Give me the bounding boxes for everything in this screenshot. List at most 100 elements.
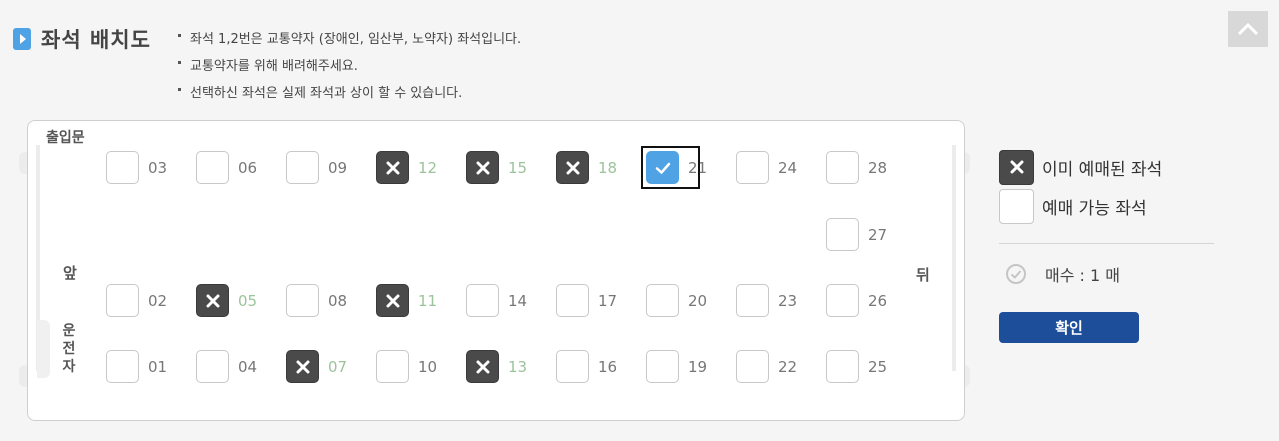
seat-checkbox[interactable] xyxy=(196,350,229,383)
seat-checkbox[interactable] xyxy=(466,151,499,184)
seat-02[interactable]: 02 xyxy=(106,284,167,317)
seat-checkbox[interactable] xyxy=(106,350,139,383)
seat-26[interactable]: 26 xyxy=(826,284,887,317)
seat-01[interactable]: 01 xyxy=(106,350,167,383)
x-icon xyxy=(566,161,579,174)
seat-number: 04 xyxy=(238,357,258,376)
seat-checkbox[interactable] xyxy=(106,151,139,184)
seat-28[interactable]: 28 xyxy=(826,151,887,184)
seat-checkbox[interactable] xyxy=(826,151,859,184)
seat-number: 24 xyxy=(778,158,798,177)
seat-number: 13 xyxy=(508,357,528,376)
seat-checkbox[interactable] xyxy=(196,284,229,317)
seat-checkbox[interactable] xyxy=(556,350,589,383)
seat-11[interactable]: 11 xyxy=(376,284,437,317)
scroll-top-button[interactable] xyxy=(1228,11,1268,47)
seat-03[interactable]: 03 xyxy=(106,151,167,184)
divider xyxy=(999,243,1214,244)
x-icon xyxy=(206,294,219,307)
seat-number: 28 xyxy=(868,158,888,177)
legend-sold: 이미 예매된 좌석 xyxy=(999,148,1162,186)
seat-number: 10 xyxy=(418,357,438,376)
seat-number: 01 xyxy=(148,357,168,376)
seat-checkbox[interactable] xyxy=(286,284,319,317)
seat-number: 09 xyxy=(328,158,348,177)
ticket-count: 매수 : 1 매 xyxy=(1005,262,1120,286)
seat-number: 22 xyxy=(778,357,798,376)
seat-number: 17 xyxy=(598,291,618,310)
seat-checkbox[interactable] xyxy=(106,284,139,317)
seat-checkbox[interactable] xyxy=(466,350,499,383)
seat-number: 11 xyxy=(418,291,438,310)
x-icon xyxy=(1010,160,1023,174)
seat-19[interactable]: 19 xyxy=(646,350,707,383)
seat-number: 16 xyxy=(598,357,618,376)
seat-checkbox[interactable] xyxy=(646,350,679,383)
seat-number: 19 xyxy=(688,357,708,376)
seat-23[interactable]: 23 xyxy=(736,284,797,317)
back-label: 뒤 xyxy=(916,266,930,284)
x-icon xyxy=(476,360,489,373)
seat-05[interactable]: 05 xyxy=(196,284,257,317)
section-title: 좌석 배치도 xyxy=(13,24,151,54)
x-icon xyxy=(386,294,399,307)
seat-checkbox[interactable] xyxy=(286,350,319,383)
seat-checkbox[interactable] xyxy=(466,284,499,317)
seat-checkbox[interactable] xyxy=(736,284,769,317)
chevron-up-icon xyxy=(1237,22,1259,36)
selection-outline xyxy=(641,146,700,189)
seat-20[interactable]: 20 xyxy=(646,284,707,317)
seat-17[interactable]: 17 xyxy=(556,284,617,317)
legend-available-label: 예매 가능 좌석 xyxy=(1042,198,1147,219)
seat-04[interactable]: 04 xyxy=(196,350,257,383)
seat-22[interactable]: 22 xyxy=(736,350,797,383)
seat-checkbox[interactable] xyxy=(826,218,859,251)
seat-08[interactable]: 08 xyxy=(286,284,347,317)
seat-number: 14 xyxy=(508,291,528,310)
seat-07[interactable]: 07 xyxy=(286,350,347,383)
seat-checkbox[interactable] xyxy=(736,151,769,184)
seat-16[interactable]: 16 xyxy=(556,350,617,383)
seat-checkbox[interactable] xyxy=(376,284,409,317)
bus-wall xyxy=(952,145,956,371)
seat-06[interactable]: 06 xyxy=(196,151,257,184)
title-arrow-icon xyxy=(13,28,31,50)
seat-12[interactable]: 12 xyxy=(376,151,437,184)
seat-24[interactable]: 24 xyxy=(736,151,797,184)
seat-27[interactable]: 27 xyxy=(826,218,887,251)
seat-checkbox[interactable] xyxy=(646,284,679,317)
bullet-icon xyxy=(178,34,181,37)
seat-18[interactable]: 18 xyxy=(556,151,617,184)
seat-number: 02 xyxy=(148,291,168,310)
seat-checkbox[interactable] xyxy=(556,284,589,317)
seat-checkbox[interactable] xyxy=(826,284,859,317)
seat-number: 15 xyxy=(508,158,528,177)
x-icon xyxy=(386,161,399,174)
seat-checkbox[interactable] xyxy=(196,151,229,184)
confirm-button[interactable]: 확인 xyxy=(999,312,1139,343)
notice-item: 교통약자를 위해 배려해주세요. xyxy=(178,53,521,80)
bullet-icon xyxy=(178,88,181,91)
bullet-icon xyxy=(178,61,181,64)
seat-checkbox[interactable] xyxy=(556,151,589,184)
seat-15[interactable]: 15 xyxy=(466,151,527,184)
seat-number: 18 xyxy=(598,158,618,177)
seat-number: 25 xyxy=(868,357,888,376)
seat-10[interactable]: 10 xyxy=(376,350,437,383)
seat-14[interactable]: 14 xyxy=(466,284,527,317)
seat-13[interactable]: 13 xyxy=(466,350,527,383)
x-icon xyxy=(296,360,309,373)
seat-21[interactable]: 21 xyxy=(641,146,707,189)
seat-checkbox[interactable] xyxy=(736,350,769,383)
seat-09[interactable]: 09 xyxy=(286,151,347,184)
page-title: 좌석 배치도 xyxy=(41,28,151,52)
door-label: 출입문 xyxy=(46,130,85,146)
seat-25[interactable]: 25 xyxy=(826,350,887,383)
seat-checkbox[interactable] xyxy=(826,350,859,383)
seat-checkbox[interactable] xyxy=(376,151,409,184)
ticket-count-label: 매수 : 1 매 xyxy=(1045,266,1120,285)
seat-checkbox[interactable] xyxy=(376,350,409,383)
check-circle-icon xyxy=(1006,264,1026,284)
seat-checkbox[interactable] xyxy=(286,151,319,184)
seat-number: 20 xyxy=(688,291,708,310)
